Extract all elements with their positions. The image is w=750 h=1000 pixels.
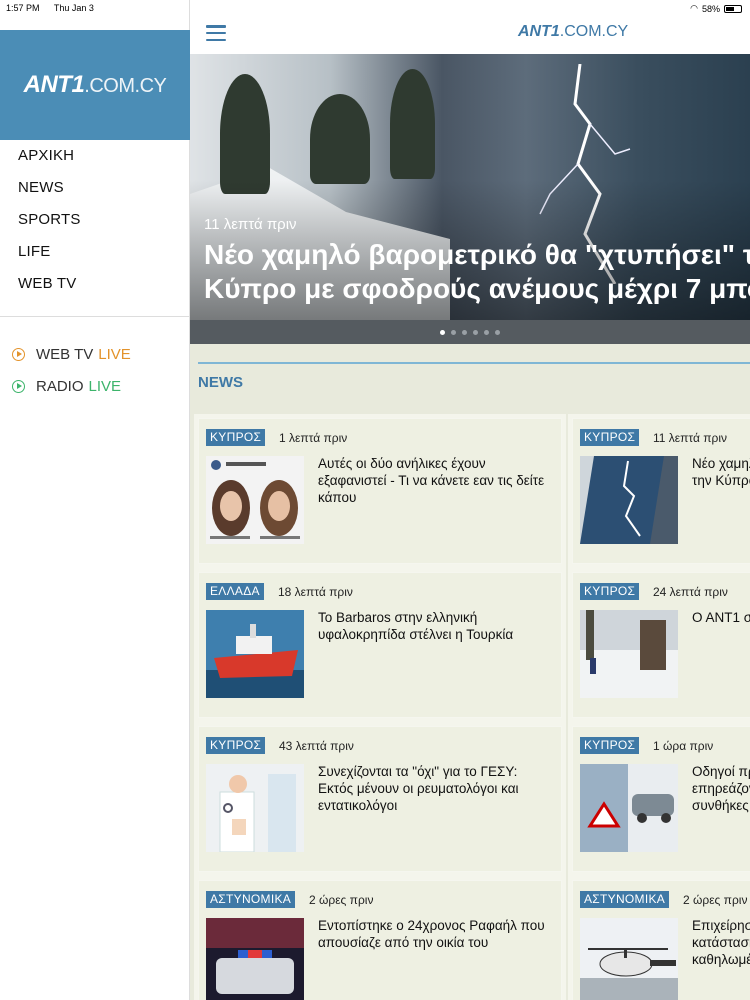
pager-dot[interactable]: [473, 329, 478, 335]
battery-icon: [724, 4, 742, 13]
card-timestamp: 18 λεπτά πριν: [278, 585, 353, 599]
battery-percent: 58%: [701, 3, 720, 14]
pager-dot[interactable]: [462, 329, 467, 335]
sidebar-item-home[interactable]: ΑΡΧΙΚΗ: [18, 145, 81, 177]
card-thumbnail[interactable]: [580, 456, 678, 544]
card-headline[interactable]: Συνεχίζονται τα "όχι" για το ΓΕΣΥ: Εκτός…: [318, 763, 554, 814]
logo-domain: .COM.CY: [559, 23, 629, 40]
status-time: 1:57 PM: [6, 3, 40, 13]
sidebar-item-life[interactable]: LIFE: [18, 241, 81, 273]
play-icon: [12, 379, 25, 393]
card-thumbnail[interactable]: [580, 610, 678, 698]
live-badge: LIVE: [98, 345, 131, 363]
menu-icon[interactable]: [206, 25, 226, 41]
sidebar-divider: [0, 316, 190, 317]
card-headline[interactable]: Νέο χαμηλό βαρομετρικό θα "χτυπήσει" την…: [692, 455, 750, 489]
news-heading: NEWS: [198, 374, 243, 391]
card-headline[interactable]: Επιχείρηση διάσωσης από πλοίο σε κατάστα…: [692, 917, 750, 968]
wifi-icon: ◠: [690, 3, 698, 13]
hero-slide[interactable]: 11 λεπτά πριν Νέο χαμηλό βαρομετρικό θα …: [190, 54, 750, 320]
news-card[interactable]: ΚΥΠΡΟΣ 1 λεπτά πριν Αυτές οι δύο ανήλικες …: [198, 418, 562, 564]
category-badge[interactable]: ΚΥΠΡΟΣ: [206, 429, 266, 446]
live-label: RADIO: [36, 377, 84, 395]
category-badge[interactable]: ΚΥΠΡΟΣ: [580, 429, 640, 446]
live-item-radio[interactable]: RADIO LIVE: [12, 370, 131, 402]
news-card[interactable]: ΚΥΠΡΟΣ 24 λεπτά πριν Ο ΑΝΤ1 στα χιόνια: Μα…: [572, 572, 750, 718]
main-content: ANT1.COM.CY 11 λεπτά πριν Νέο χαμηλό βαρ…: [190, 0, 750, 1000]
hero-tree: [310, 94, 370, 184]
sidebar: ANT1.COM.CY ΑΡΧΙΚΗ NEWS SPORTS LIFE WEB …: [0, 0, 190, 1000]
battery-fill: [726, 6, 734, 11]
category-badge[interactable]: ΕΛΛΑΔΑ: [206, 583, 264, 600]
sidebar-nav: ΑΡΧΙΚΗ NEWS SPORTS LIFE WEB TV: [18, 145, 81, 305]
hero-title[interactable]: Νέο χαμηλό βαρομετρικό θα "χτυπήσει" την…: [204, 238, 750, 306]
logo-brand: ANT1: [518, 23, 560, 40]
card-thumbnail[interactable]: [206, 456, 304, 544]
status-date: Thu Jan 3: [53, 3, 94, 13]
card-timestamp: 2 ώρες πριν: [683, 893, 748, 907]
pager-dot[interactable]: [484, 329, 489, 335]
card-headline[interactable]: Οδηγοί προσοχή: Ποιοι δρόμοι επηρεάζοντα…: [692, 763, 750, 814]
pager-dot[interactable]: [440, 329, 445, 335]
news-card[interactable]: ΑΣΤΥΝΟΜΙΚΑ 2 ώρες πριν Επιχείρηση διάσωσης…: [572, 880, 750, 1000]
live-label: WEB TV: [36, 345, 94, 363]
sidebar-logo[interactable]: ANT1.COM.CY: [0, 30, 190, 140]
card-headline[interactable]: Ο ΑΝΤ1 στα χιόνια: Μαγευτικές εικόνες: [692, 609, 750, 626]
ant1-logo: ANT1.COM.CY: [24, 71, 167, 99]
card-thumbnail[interactable]: [206, 764, 304, 852]
live-list: WEB TV LIVE RADIO LIVE: [12, 338, 131, 402]
sidebar-item-webtv[interactable]: WEB TV: [18, 273, 81, 305]
pager-dot[interactable]: [451, 329, 456, 335]
news-card[interactable]: ΑΣΤΥΝΟΜΙΚΑ 2 ώρες πριν Εντοπίστηκε ο 24χρο…: [198, 880, 562, 1000]
live-item-webtv[interactable]: WEB TV LIVE: [12, 338, 131, 370]
news-card[interactable]: ΚΥΠΡΟΣ 1 ώρα πριν Οδηγοί προσοχή: Ποιοι δρ…: [572, 726, 750, 872]
card-timestamp: 2 ώρες πριν: [309, 893, 374, 907]
category-badge[interactable]: ΑΣΤΥΝΟΜΙΚΑ: [580, 891, 670, 908]
card-headline[interactable]: Αυτές οι δύο ανήλικες έχουν εξαφανιστεί …: [318, 455, 554, 506]
category-badge[interactable]: ΑΣΤΥΝΟΜΙΚΑ: [206, 891, 296, 908]
news-card[interactable]: ΕΛΛΑΔΑ 18 λεπτά πριν Το Barbaros στην ελλη…: [198, 572, 562, 718]
status-bar: 1:57 PM Thu Jan 3 ◠ 58%: [0, 0, 750, 16]
card-thumbnail[interactable]: [206, 918, 304, 1000]
category-badge[interactable]: ΚΥΠΡΟΣ: [206, 737, 266, 754]
card-thumbnail[interactable]: [206, 610, 304, 698]
status-right: ◠ 58%: [690, 3, 742, 14]
top-bar: ANT1.COM.CY: [190, 16, 750, 54]
news-card[interactable]: ΚΥΠΡΟΣ 11 λεπτά πριν Νέο χαμηλό βαρομετρικ…: [572, 418, 750, 564]
ant1-logo-small[interactable]: ANT1.COM.CY: [518, 23, 628, 41]
card-timestamp: 24 λεπτά πριν: [653, 585, 728, 599]
hero-pager[interactable]: [190, 320, 750, 344]
card-timestamp: 43 λεπτά πριν: [279, 739, 354, 753]
pager-dot[interactable]: [495, 329, 500, 335]
news-section: NEWS ΚΥΠΡΟΣ 1 λεπτά πριν Αυτές οι δύο ανήλ…: [190, 344, 750, 1000]
hero-tree: [390, 69, 435, 179]
news-card[interactable]: ΚΥΠΡΟΣ 43 λεπτά πριν Συνεχίζονται τα "όχι"…: [198, 726, 562, 872]
card-timestamp: 11 λεπτά πριν: [653, 431, 728, 445]
card-timestamp: 1 λεπτά πριν: [279, 431, 348, 445]
hero-time: 11 λεπτά πριν: [204, 216, 297, 233]
card-headline[interactable]: Εντοπίστηκε ο 24χρονος Ραφαήλ που απουσί…: [318, 917, 554, 951]
card-thumbnail[interactable]: [580, 764, 678, 852]
category-badge[interactable]: ΚΥΠΡΟΣ: [580, 583, 640, 600]
logo-brand: ANT1: [23, 71, 85, 98]
sidebar-item-news[interactable]: NEWS: [18, 177, 81, 209]
hero-tree: [220, 74, 270, 194]
sidebar-item-sports[interactable]: SPORTS: [18, 209, 81, 241]
play-icon: [12, 347, 25, 361]
card-timestamp: 1 ώρα πριν: [653, 739, 714, 753]
news-divider: [198, 362, 750, 364]
status-left: 1:57 PM Thu Jan 3: [6, 3, 106, 13]
card-headline[interactable]: Το Barbaros στην ελληνική υφαλοκρηπίδα σ…: [318, 609, 554, 643]
category-badge[interactable]: ΚΥΠΡΟΣ: [580, 737, 640, 754]
card-thumbnail[interactable]: [580, 918, 678, 1000]
logo-domain: .COM.CY: [84, 75, 167, 97]
live-badge: LIVE: [88, 377, 122, 395]
